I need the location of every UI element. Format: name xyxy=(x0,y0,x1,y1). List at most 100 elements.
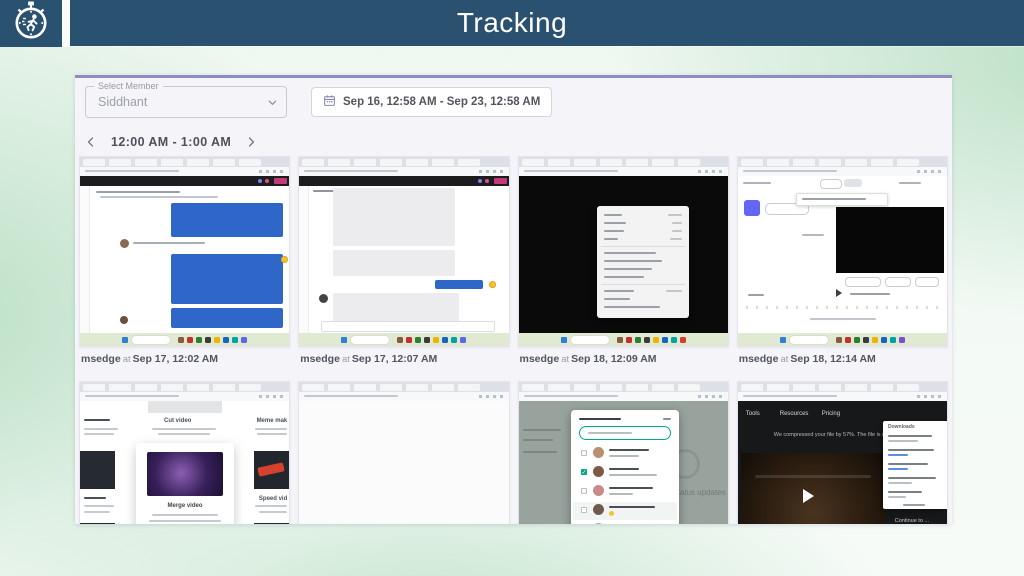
windows-taskbar xyxy=(80,333,289,346)
screenshot-image-clideo-player: Tools Resources Pricing We compressed yo… xyxy=(737,381,948,524)
teams-title-bar xyxy=(80,176,289,186)
member-select-value: Siddhant xyxy=(98,95,147,109)
settings-chip-mock xyxy=(915,277,939,287)
browser-tab-strip xyxy=(80,382,289,392)
screenshot-tile-4[interactable]: msedgeatSep 18, 12:14 AM xyxy=(737,156,948,373)
tool-card-title: Speed vid xyxy=(259,496,287,502)
screenshot-content: status updates ✓ xyxy=(519,401,728,524)
contact-search-input xyxy=(579,426,671,440)
taskbar-search xyxy=(350,335,390,345)
page-title: Tracking xyxy=(0,0,1024,46)
merge-card-image xyxy=(147,452,223,496)
screenshot-tile-3[interactable]: msedgeatSep 18, 12:09 AM xyxy=(518,156,729,373)
record-tab-mock xyxy=(844,179,862,187)
teams-side-rail xyxy=(80,186,90,333)
calendar-icon xyxy=(323,94,336,110)
screenshot-content: Cut video Meme mak Merge video xyxy=(80,401,289,524)
screenshot-tile-1[interactable]: msedgeatSep 17, 12:02 AM xyxy=(79,156,290,373)
stopwatch-runner-icon xyxy=(11,0,51,47)
screenshot-content xyxy=(80,176,289,333)
browser-tab-strip xyxy=(299,382,508,392)
card-image-left xyxy=(80,451,115,489)
avatar xyxy=(319,294,328,303)
windows-taskbar xyxy=(519,333,728,346)
tool-card-title: Meme mak xyxy=(257,418,288,424)
caption-time: Sep 17, 12:07 AM xyxy=(352,353,437,365)
screenshot-image-clideo-tools: Cut video Meme mak Merge video xyxy=(79,381,290,524)
chat-message-block xyxy=(333,250,455,276)
chat-message-block xyxy=(333,293,459,323)
windows-start-icon xyxy=(341,337,347,343)
screenshot-image-blank-page xyxy=(298,381,509,524)
caption-time: Sep 17, 12:02 AM xyxy=(133,353,218,365)
upload-tab-mock xyxy=(820,179,842,189)
member-select-label: Select Member xyxy=(94,81,163,91)
compress-result-text: We compressed your file by 57%. The file… xyxy=(774,433,892,439)
browser-tab-strip xyxy=(299,157,508,167)
windows-start-icon xyxy=(122,337,128,343)
taskbar-search xyxy=(789,335,829,345)
screenshot-tile-5[interactable]: Cut video Meme mak Merge video xyxy=(79,381,290,524)
app-header: Tracking xyxy=(0,0,1024,46)
teams-title-bar xyxy=(299,176,508,186)
emoji-reaction-icon xyxy=(489,281,496,288)
chat-message-block xyxy=(333,188,455,246)
upload-square-mock xyxy=(744,200,760,216)
screenshot-caption: msedgeatSep 17, 12:02 AM xyxy=(81,353,290,365)
chat-bubble xyxy=(171,203,283,237)
contact-checkbox xyxy=(581,507,587,513)
taskbar-search xyxy=(131,335,171,345)
video-player-mock: clideo.com xyxy=(741,453,885,524)
downloads-title: Downloads xyxy=(888,425,915,430)
screenshot-tile-7[interactable]: status updates ✓ xyxy=(518,381,729,524)
caption-app: msedge xyxy=(739,353,779,365)
caption-time: Sep 18, 12:14 AM xyxy=(790,353,875,365)
browser-tab-strip xyxy=(738,382,947,392)
avatar xyxy=(593,504,604,515)
caption-time: Sep 18, 12:09 AM xyxy=(571,353,656,365)
browser-tab-strip xyxy=(519,157,728,167)
caption-app: msedge xyxy=(81,353,121,365)
caption-at: at xyxy=(778,354,790,365)
join-button-mock xyxy=(274,178,287,184)
emoji-reaction-icon xyxy=(281,256,288,263)
windows-start-icon xyxy=(561,337,567,343)
join-button-mock xyxy=(494,178,507,184)
contact-checkbox xyxy=(581,488,587,494)
screenshot-tile-6[interactable] xyxy=(298,381,509,524)
caption-at: at xyxy=(340,354,352,365)
tool-card-title: Cut video xyxy=(164,418,191,424)
next-hour-button[interactable] xyxy=(241,134,261,150)
tool-card-title: Merge video xyxy=(167,503,202,509)
nav-item: Tools xyxy=(746,411,760,417)
teams-side-rail xyxy=(299,186,309,333)
logo-gap xyxy=(62,0,70,47)
prev-hour-button[interactable] xyxy=(81,134,101,150)
hour-navigation: 12:00 AM - 1:00 AM xyxy=(81,134,952,150)
screenshot-caption: msedgeatSep 18, 12:14 AM xyxy=(739,353,948,365)
avatar xyxy=(593,466,604,477)
merge-video-card: Merge video xyxy=(136,443,234,524)
screenshot-content xyxy=(738,176,947,333)
contact-checkbox-checked: ✓ xyxy=(581,469,587,475)
date-range-button[interactable]: Sep 16, 12:58 AM - Sep 23, 12:58 AM xyxy=(311,87,552,117)
video-preview-mock xyxy=(836,207,944,273)
windows-start-icon xyxy=(780,337,786,343)
browser-tab-strip xyxy=(738,157,947,167)
date-range-text: Sep 16, 12:58 AM - Sep 23, 12:58 AM xyxy=(343,96,540,108)
card-image-cut-row xyxy=(80,523,115,524)
avatar xyxy=(120,316,128,324)
screenshot-content xyxy=(519,176,728,333)
caption-at: at xyxy=(121,354,133,365)
member-select[interactable]: Select Member Siddhant xyxy=(85,86,287,118)
caption-app: msedge xyxy=(300,353,340,365)
screenshot-image-teams-chat-gray xyxy=(298,156,509,347)
chat-bubble xyxy=(435,280,483,289)
screenshot-tile-8[interactable]: Tools Resources Pricing We compressed yo… xyxy=(737,381,948,524)
tooltip-mock xyxy=(796,193,888,206)
screenshot-tile-2[interactable]: msedgeatSep 17, 12:07 AM xyxy=(298,156,509,373)
contact-checkbox xyxy=(581,450,587,456)
screenshot-grid: msedgeatSep 17, 12:02 AM xyxy=(79,156,948,524)
hour-range-label: 12:00 AM - 1:00 AM xyxy=(111,135,231,149)
chat-bubble xyxy=(171,308,283,328)
